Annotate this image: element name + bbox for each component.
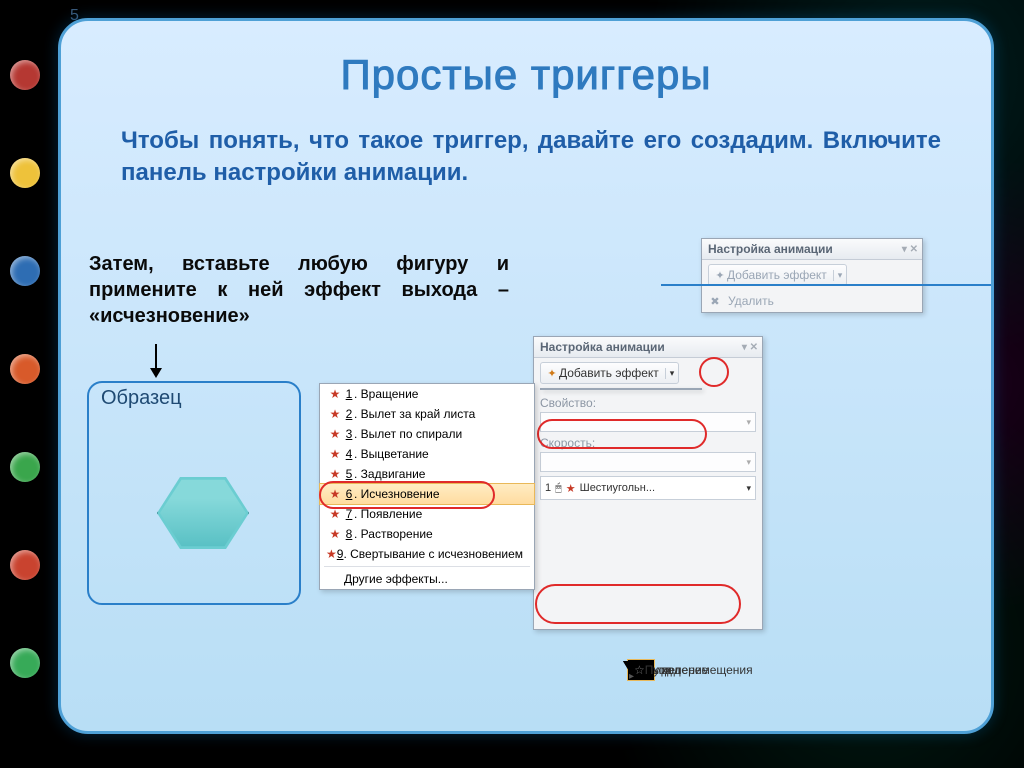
menu-item[interactable]: ★7. Появление (320, 504, 534, 524)
sample-label: Образец (101, 387, 182, 410)
menu-label: Выцветание (361, 447, 429, 461)
delete-row: ✖ Удалить (702, 290, 922, 312)
chevron-down-icon: ▾ (665, 368, 675, 379)
pane-title-text: Настройка анимации (708, 242, 833, 256)
dot (10, 550, 40, 580)
menu-label: Появление (361, 507, 423, 521)
pane-title: Настройка анимации ▾ ✕ (702, 239, 922, 260)
menu-item-motion[interactable]: ☆ Пути перемещения (628, 660, 654, 680)
leader-line (661, 284, 991, 286)
property-label: Свойство: (534, 396, 762, 410)
exit-effects-submenu: ★1. Вращение ★2. Вылет за край листа ★3.… (319, 383, 535, 590)
star-icon: ✦ (713, 268, 727, 282)
arrow-down-icon (155, 344, 157, 376)
effect-name: Шестиугольн... (580, 482, 655, 494)
star-icon: ★ (326, 547, 337, 561)
chevron-down-icon: ▾ (833, 270, 843, 281)
star-icon: ★ (326, 467, 344, 481)
slide-frame: Простые триггеры Чтобы понять, что такое… (58, 18, 994, 734)
pane-controls[interactable]: ▾ ✕ (742, 342, 758, 353)
star-icon: ✦ (545, 366, 559, 380)
star-icon: ★ (326, 407, 344, 421)
menu-label: Исчезновение (361, 487, 440, 501)
slide-title: Простые триггеры (61, 51, 991, 99)
star-icon: ★ (566, 482, 576, 495)
menu-item[interactable]: ★9. Свертывание с исчезновением (320, 544, 534, 564)
menu-item[interactable]: ★5. Задвигание (320, 464, 534, 484)
add-effect-button[interactable]: ✦ Добавить эффект ▾ (540, 362, 679, 384)
dot (10, 452, 40, 482)
add-effect-label: Добавить эффект (559, 366, 659, 380)
delete-label: Удалить (728, 294, 774, 308)
pane-controls[interactable]: ▾ ✕ (902, 244, 918, 255)
pane-title: Настройка анимации ▾ ✕ (534, 337, 762, 358)
speed-field[interactable]: ▾ (540, 452, 756, 472)
decorative-dots (10, 60, 40, 678)
menu-item-disappear[interactable]: ★6. Исчезновение (319, 483, 535, 505)
dot (10, 158, 40, 188)
menu-label: Вылет по спирали (361, 427, 463, 441)
dot (10, 648, 40, 678)
delete-icon: ✖ (708, 294, 722, 308)
speed-label: Скорость: (534, 436, 762, 450)
dot (10, 354, 40, 384)
star-icon: ★ (326, 387, 344, 401)
menu-item[interactable]: ★3. Вылет по спирали (320, 424, 534, 444)
menu-label: Растворение (361, 527, 433, 541)
animation-pane-right: Настройка анимации ▾ ✕ ✦ Добавить эффект… (701, 238, 923, 313)
menu-label: Вылет за край листа (361, 407, 476, 421)
menu-item[interactable]: ★4. Выцветание (320, 444, 534, 464)
menu-label: Вращение (361, 387, 419, 401)
sample-box: Образец (87, 381, 301, 605)
slide-step: Затем, вставьте любую фигуру и примените… (89, 251, 509, 329)
animation-pane-center: Настройка анимации ▾ ✕ ✦ Добавить эффект… (533, 336, 763, 630)
star-icon: ★ (326, 507, 344, 521)
menu-label: Пути перемещения (645, 663, 753, 677)
mouse-icon: 🖱 (555, 482, 562, 495)
menu-item[interactable]: ★2. Вылет за край листа (320, 404, 534, 424)
effect-index: 1 (545, 482, 551, 494)
effect-list-item[interactable]: 1 🖱 ★ Шестиугольн... ▾ (540, 476, 756, 500)
menu-separator (324, 566, 530, 567)
menu-item[interactable]: ★1. Вращение (320, 384, 534, 404)
menu-label: Другие эффекты... (344, 572, 448, 586)
add-effect-label: Добавить эффект (727, 268, 827, 282)
menu-item[interactable]: ★8. Растворение (320, 524, 534, 544)
add-effect-button[interactable]: ✦ Добавить эффект ▾ (708, 264, 847, 286)
star-icon: ★ (326, 527, 344, 541)
menu-label: Свертывание с исчезновением (350, 547, 523, 561)
star-icon: ★ (326, 427, 344, 441)
star-icon: ★ (326, 487, 344, 501)
menu-item-other[interactable]: Другие эффекты... (320, 569, 534, 589)
hexagon-shape[interactable] (157, 473, 249, 553)
star-icon: ☆ (634, 663, 645, 677)
star-icon: ★ (326, 447, 344, 461)
property-field[interactable]: ▾ (540, 412, 756, 432)
slide-intro: Чтобы понять, что такое триггер, давайте… (121, 125, 941, 190)
menu-label: Задвигание (361, 467, 426, 481)
pane-title-text: Настройка анимации (540, 340, 665, 354)
dot (10, 60, 40, 90)
chevron-down-icon: ▾ (746, 483, 751, 494)
dot (10, 256, 40, 286)
